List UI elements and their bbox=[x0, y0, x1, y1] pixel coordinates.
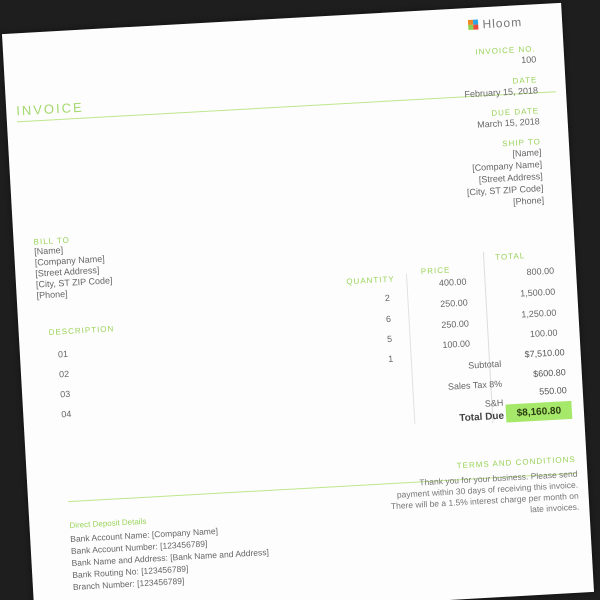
row-number: 01 bbox=[57, 348, 69, 360]
total-due-label: Total Due bbox=[459, 410, 505, 425]
row-number: 03 bbox=[59, 388, 71, 400]
row-quantity: 5 bbox=[386, 333, 393, 345]
column-divider bbox=[405, 273, 416, 424]
total-header: TOTAL bbox=[494, 251, 526, 262]
bill-to-block: BILL TO [Name] [Company Name] [Street Ad… bbox=[33, 233, 113, 301]
total-due-value: $8,160.80 bbox=[505, 400, 573, 423]
row-quantity: 6 bbox=[385, 313, 392, 325]
terms-title: TERMS AND CONDITIONS bbox=[456, 454, 576, 471]
row-number: 04 bbox=[61, 408, 72, 420]
bank-details-title: Direct Deposit Details bbox=[69, 516, 147, 531]
row-quantity: 2 bbox=[384, 292, 391, 304]
price-header: PRICE bbox=[420, 265, 451, 277]
invoice-meta: INVOICE NO. 100 DATE February 15, 2018 D… bbox=[396, 44, 545, 220]
brand-logo: Hloom bbox=[468, 15, 522, 32]
invoice-title: INVOICE bbox=[15, 99, 85, 119]
bank-details: Bank Account Name: [Company Name] Bank A… bbox=[70, 522, 271, 593]
row-price: 250.00 bbox=[439, 297, 468, 310]
row-price: 250.00 bbox=[441, 318, 470, 331]
row-quantity: 1 bbox=[387, 353, 394, 365]
brand-name: Hloom bbox=[482, 15, 523, 32]
terms-text: Thank you for your business. Please send… bbox=[390, 468, 580, 515]
logo-mark-icon bbox=[468, 19, 479, 31]
row-number: 02 bbox=[58, 368, 70, 380]
description-header: DESCRIPTION bbox=[48, 324, 115, 337]
photo-background: Hloom INVOICE INVOICE NO. 100 DATE Febru… bbox=[0, 0, 600, 600]
row-price: 100.00 bbox=[442, 338, 471, 350]
invoice-page: Hloom INVOICE INVOICE NO. 100 DATE Febru… bbox=[1, 2, 595, 600]
quantity-header: QUANTITY bbox=[346, 274, 395, 287]
row-price: 400.00 bbox=[438, 276, 467, 289]
terms-block: Thank you for your business. Please send… bbox=[387, 468, 580, 524]
